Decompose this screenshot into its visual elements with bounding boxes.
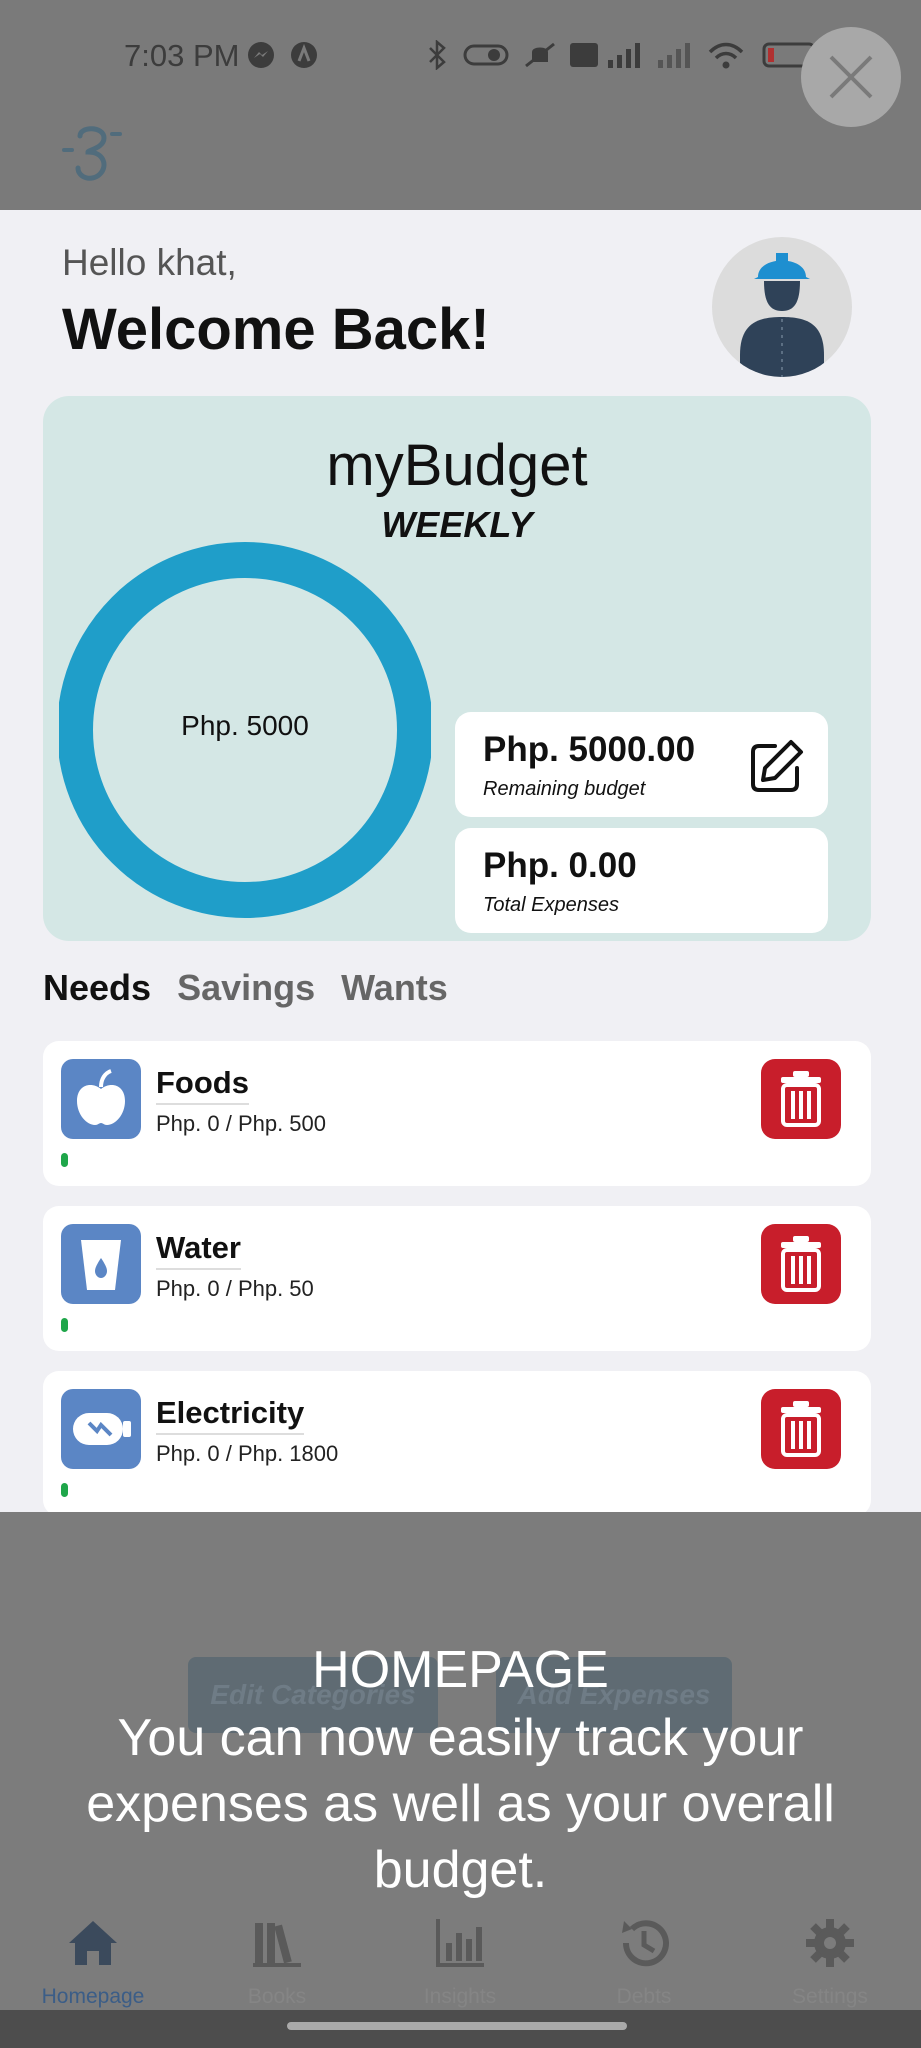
- tab-wants[interactable]: Wants: [341, 967, 448, 1009]
- remaining-budget-box: Php. 5000.00 Remaining budget: [455, 712, 828, 817]
- delete-category-button[interactable]: [761, 1389, 841, 1469]
- worker-avatar-icon: [740, 253, 824, 377]
- expenses-label: Total Expenses: [483, 894, 620, 916]
- delete-category-button[interactable]: [761, 1224, 841, 1304]
- electricity-icon: [73, 1413, 131, 1445]
- nav-label: Books: [247, 1985, 307, 2008]
- nav-homepage[interactable]: Homepage: [23, 1880, 163, 2009]
- signal-icon: [608, 43, 640, 68]
- foods-icon-box: [61, 1059, 141, 1139]
- category-progress-bar: [61, 1153, 68, 1167]
- category-amount: Php. 0 / Php. 500: [156, 1111, 327, 1136]
- nav-settings[interactable]: Settings: [760, 1880, 900, 2009]
- welcome-title: Welcome Back!: [62, 297, 490, 362]
- trash-icon: [781, 1401, 821, 1457]
- home-icon: [69, 1921, 117, 1965]
- toggle-icon: [463, 44, 509, 66]
- category-name: Foods: [156, 1065, 249, 1105]
- category-name: Electricity: [156, 1395, 305, 1435]
- tab-savings[interactable]: Savings: [177, 967, 315, 1009]
- trash-icon: [781, 1071, 821, 1127]
- bluetooth-icon: [429, 40, 446, 70]
- budget-period: WEEKLY: [381, 504, 533, 545]
- category-item-foods[interactable]: Foods Php. 0 / Php. 500: [43, 1041, 871, 1186]
- wifi-icon: [708, 42, 744, 69]
- edit-budget-icon[interactable]: [749, 738, 805, 794]
- home-indicator[interactable]: [287, 2022, 627, 2030]
- total-expenses-box: Php. 0.00 Total Expenses: [455, 828, 828, 933]
- water-glass-icon: [81, 1240, 121, 1290]
- remaining-label: Remaining budget: [483, 778, 646, 800]
- nav-books[interactable]: Books: [207, 1880, 347, 2009]
- signal-2-icon: [658, 43, 690, 68]
- trash-icon: [781, 1236, 821, 1292]
- nav-label: Insights: [423, 1985, 497, 2008]
- budget-title: myBudget: [326, 433, 588, 498]
- app-logo-icon: [62, 126, 122, 181]
- nav-label: Debts: [616, 1985, 672, 2008]
- status-bar: 7:03 PM 14: [0, 0, 921, 115]
- tab-needs[interactable]: Needs: [43, 967, 151, 1009]
- gear-icon: [806, 1919, 854, 1967]
- nav-label: Settings: [792, 1985, 868, 2008]
- books-icon: [253, 1923, 301, 1967]
- bar-chart-icon: [436, 1919, 484, 1967]
- category-item-electricity[interactable]: Electricity Php. 0 / Php. 1800: [43, 1371, 871, 1512]
- remaining-amount: Php. 5000.00: [483, 730, 696, 769]
- close-tour-button[interactable]: [801, 27, 901, 127]
- tour-title: HOMEPAGE: [312, 1641, 609, 1699]
- hello-text: Hello khat,: [62, 242, 237, 283]
- category-amount: Php. 0 / Php. 50: [156, 1276, 314, 1301]
- donut-center-label: Php. 5000: [181, 710, 309, 741]
- category-tabs: Needs Savings Wants: [43, 967, 464, 1009]
- volte-icon: [570, 43, 598, 67]
- apple-icon: [77, 1069, 125, 1125]
- avatar[interactable]: [712, 237, 852, 377]
- delete-category-button[interactable]: [761, 1059, 841, 1139]
- electricity-icon-box: [61, 1389, 141, 1469]
- budget-card: myBudget WEEKLY Php. 5000 Php. 5000.00 R…: [43, 396, 871, 941]
- expenses-amount: Php. 0.00: [483, 846, 637, 885]
- category-name: Water: [156, 1230, 241, 1270]
- nav-label: Homepage: [41, 1985, 145, 2008]
- status-time: 7:03 PM: [124, 38, 240, 73]
- tour-description: You can now easily track your expenses a…: [86, 1709, 835, 1899]
- category-amount: Php. 0 / Php. 1800: [156, 1441, 339, 1466]
- mute-icon: [525, 42, 555, 68]
- history-icon: [622, 1920, 669, 1967]
- messenger-icon: [248, 42, 274, 68]
- close-icon: [829, 55, 873, 99]
- homepage-spotlight: Hello khat, Welcome Back! myBudget WEEKL…: [0, 210, 921, 1512]
- category-progress-bar: [61, 1318, 68, 1332]
- nav-debts[interactable]: Debts: [574, 1880, 714, 2009]
- nav-insights[interactable]: Insights: [390, 1880, 530, 2009]
- bottom-navigation: Homepage Books Insights Debts Settings: [0, 1880, 921, 2010]
- category-item-water[interactable]: Water Php. 0 / Php. 50: [43, 1206, 871, 1351]
- app-notification-icon: [291, 42, 317, 68]
- category-progress-bar: [61, 1483, 68, 1497]
- water-icon-box: [61, 1224, 141, 1304]
- budget-donut-chart: Php. 5000: [57, 542, 433, 922]
